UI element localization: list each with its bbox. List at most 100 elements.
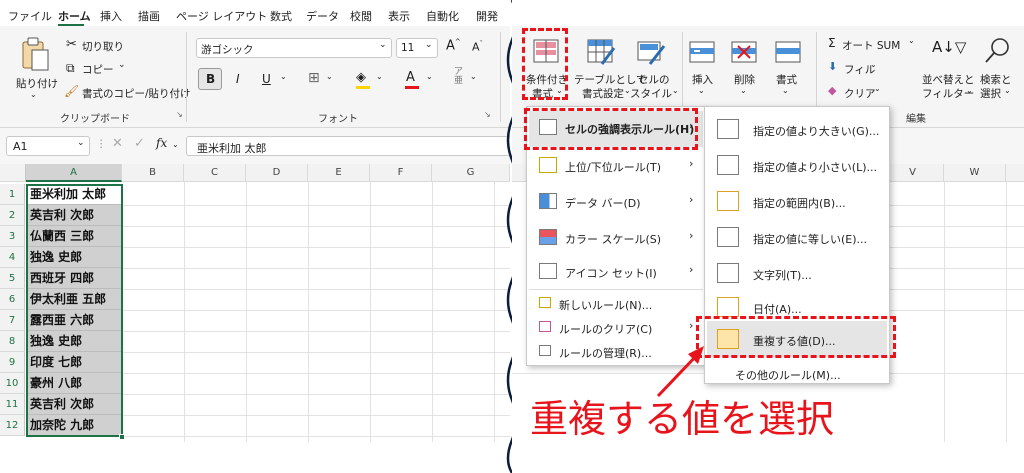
- tab-draw[interactable]: 描画: [138, 8, 160, 24]
- fill-down-icon[interactable]: ⬇: [828, 60, 837, 73]
- row-header-8[interactable]: 8: [0, 331, 25, 352]
- cut-button[interactable]: 切り取り: [82, 39, 124, 54]
- fill-dropdown-icon[interactable]: ⌄: [376, 72, 383, 81]
- cancel-icon[interactable]: ✕: [112, 136, 123, 151]
- row-header-7[interactable]: 7: [0, 310, 25, 331]
- column-header-C[interactable]: C: [184, 164, 246, 182]
- font-color-button[interactable]: A: [406, 70, 415, 85]
- row-header-4[interactable]: 4: [0, 247, 25, 268]
- autosum-icon[interactable]: Σ: [828, 36, 836, 50]
- menu-item-clear-rules[interactable]: ルールのクリア(C): [559, 321, 652, 337]
- menu-item-manage-rules[interactable]: ルールの管理(R)...: [559, 345, 652, 361]
- clear-button[interactable]: クリア: [844, 86, 876, 101]
- formula-input[interactable]: 亜米利加 太郎: [186, 136, 510, 156]
- format-label[interactable]: 書式: [776, 72, 797, 87]
- font-name-box[interactable]: 游ゴシック ⌄: [196, 38, 392, 58]
- phonetic-icon[interactable]: ア亜: [454, 68, 463, 86]
- format-cells-icon[interactable]: [774, 38, 802, 66]
- fill-color-icon[interactable]: ◈: [356, 70, 366, 85]
- row-header-12[interactable]: 12: [0, 415, 25, 436]
- paste-dropdown-icon[interactable]: ⌄: [30, 90, 37, 99]
- row-header-6[interactable]: 6: [0, 289, 25, 310]
- grow-font-icon[interactable]: A^: [446, 38, 461, 53]
- fill-handle[interactable]: [119, 434, 125, 440]
- menu-item-new-rule[interactable]: 新しいルール(N)...: [559, 297, 652, 313]
- menu-item-data-bars[interactable]: データ バー(D): [565, 195, 641, 211]
- submenu-item-more-rules[interactable]: その他のルール(M)...: [735, 367, 841, 383]
- clipboard-launcher-icon[interactable]: ↘: [176, 110, 183, 119]
- format-painter-button[interactable]: 書式のコピー/貼り付け: [82, 86, 191, 101]
- table-format-icon[interactable]: [586, 36, 616, 66]
- tab-view[interactable]: 表示: [388, 8, 410, 24]
- column-header-G[interactable]: G: [432, 164, 510, 182]
- phonetic-dropdown-icon[interactable]: ⌄: [470, 72, 477, 81]
- cell-style-icon[interactable]: [636, 36, 666, 66]
- submenu-item-less-than[interactable]: 指定の値より小さい(L)...: [753, 159, 877, 175]
- row-header-9[interactable]: 9: [0, 352, 25, 373]
- font-size-box[interactable]: 11 ⌄: [396, 38, 438, 58]
- enter-icon[interactable]: ✓: [134, 136, 145, 151]
- tab-formulas[interactable]: 数式: [270, 8, 292, 24]
- tab-file[interactable]: ファイル: [8, 8, 52, 24]
- sort-filter-icon[interactable]: A↓▽: [932, 38, 966, 56]
- column-header-E[interactable]: E: [308, 164, 370, 182]
- submenu-item-greater-than[interactable]: 指定の値より大きい(G)...: [753, 123, 879, 139]
- table-format-label-2[interactable]: 書式設定: [582, 86, 624, 101]
- tab-review[interactable]: 校閲: [350, 8, 372, 24]
- copy-button[interactable]: コピー: [82, 62, 114, 77]
- insert-cells-icon[interactable]: [688, 38, 716, 66]
- submenu-item-date[interactable]: 日付(A)...: [753, 301, 802, 317]
- submenu-item-text-contains[interactable]: 文字列(T)...: [753, 267, 812, 283]
- row-header-1[interactable]: 1: [0, 184, 25, 205]
- column-header-D[interactable]: D: [246, 164, 308, 182]
- row-header-2[interactable]: 2: [0, 205, 25, 226]
- bold-button[interactable]: B: [198, 68, 222, 90]
- find-select-label-1[interactable]: 検索と: [980, 72, 1012, 87]
- italic-button[interactable]: I: [236, 72, 240, 86]
- delete-cells-icon[interactable]: [730, 38, 758, 66]
- delete-label[interactable]: 削除: [734, 72, 755, 87]
- sort-filter-label-1[interactable]: 並べ替えと: [922, 72, 975, 87]
- underline-dropdown-icon[interactable]: ⌄: [280, 72, 287, 81]
- underline-button[interactable]: U: [262, 72, 271, 86]
- paste-button[interactable]: [16, 36, 52, 74]
- copy-dropdown-icon[interactable]: ⌄: [118, 60, 126, 70]
- cell-style-label-2[interactable]: スタイル: [630, 86, 672, 101]
- font-color-dropdown-icon[interactable]: ⌄: [426, 72, 433, 81]
- menu-item-icon-sets[interactable]: アイコン セット(I): [565, 265, 657, 281]
- menu-item-top-bottom[interactable]: 上位/下位ルール(T): [565, 159, 661, 175]
- shrink-font-icon[interactable]: Aˇ: [472, 40, 483, 54]
- find-select-label-2[interactable]: 選択: [980, 86, 1001, 101]
- row-header-11[interactable]: 11: [0, 394, 25, 415]
- table-format-label-1[interactable]: テーブルとして: [574, 72, 647, 87]
- paste-label[interactable]: 貼り付け: [16, 76, 58, 91]
- tab-home[interactable]: ホーム: [58, 8, 91, 24]
- submenu-item-equal-to[interactable]: 指定の値に等しい(E)...: [753, 231, 867, 247]
- font-launcher-icon[interactable]: ↘: [484, 110, 491, 119]
- column-header-W[interactable]: W: [944, 164, 1006, 182]
- submenu-item-between[interactable]: 指定の範囲内(B)...: [753, 195, 846, 211]
- border-icon[interactable]: ⊞: [308, 70, 320, 86]
- tab-page-layout[interactable]: ページ レイアウト: [176, 8, 267, 24]
- row-header-10[interactable]: 10: [0, 373, 25, 394]
- insert-label[interactable]: 挿入: [692, 72, 713, 87]
- cell-style-label-1[interactable]: セルの: [638, 72, 670, 87]
- name-box[interactable]: A1 ⌄: [6, 136, 90, 156]
- autosum-button[interactable]: オート SUM: [842, 38, 900, 53]
- row-header-5[interactable]: 5: [0, 268, 25, 289]
- select-all-corner[interactable]: [0, 164, 26, 182]
- fx-dropdown-icon[interactable]: ⌄: [172, 140, 179, 149]
- column-header-F[interactable]: F: [370, 164, 432, 182]
- column-header-B[interactable]: B: [122, 164, 184, 182]
- tab-data[interactable]: データ: [306, 8, 339, 24]
- tab-insert[interactable]: 挿入: [100, 8, 122, 24]
- column-header-A[interactable]: A: [26, 164, 122, 182]
- eraser-icon[interactable]: ◆: [828, 84, 836, 97]
- insert-function-button[interactable]: fx: [156, 136, 167, 150]
- menu-item-color-scales[interactable]: カラー スケール(S): [565, 231, 661, 247]
- search-icon[interactable]: [982, 36, 1012, 66]
- tab-developer[interactable]: 開発: [476, 8, 498, 24]
- border-dropdown-icon[interactable]: ⌄: [326, 72, 333, 81]
- row-header-3[interactable]: 3: [0, 226, 25, 247]
- tab-automate[interactable]: 自動化: [426, 8, 459, 24]
